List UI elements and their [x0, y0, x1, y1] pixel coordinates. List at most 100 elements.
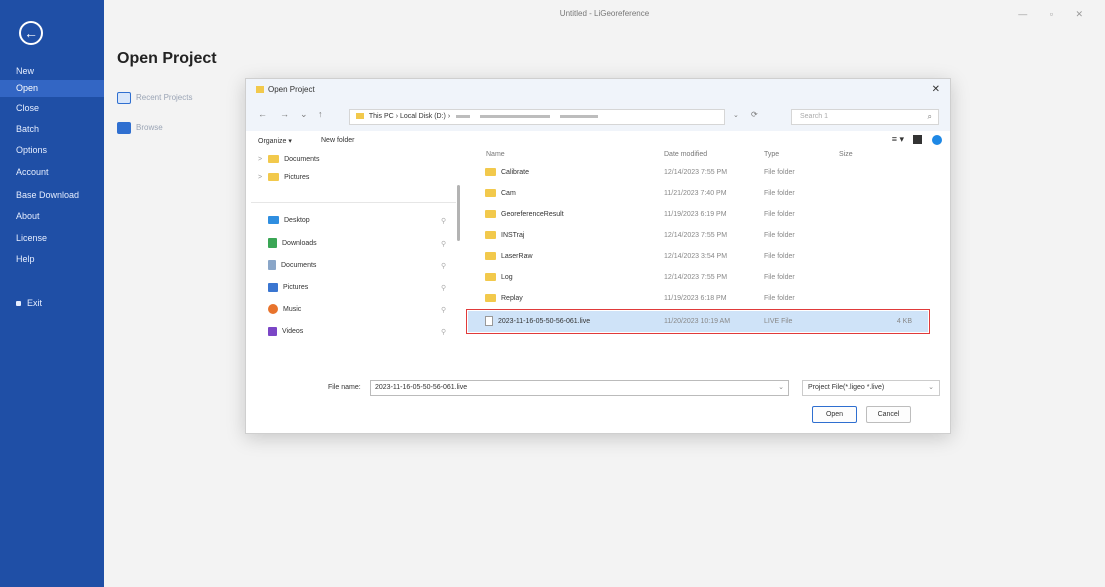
videos-icon — [268, 326, 277, 336]
new-folder-button[interactable]: New folder — [321, 137, 354, 144]
file-type: File folder — [764, 295, 795, 302]
file-type: File folder — [764, 232, 795, 239]
desktop-icon — [268, 216, 279, 225]
table-row[interactable]: Log 12/14/2023 7:55 PM File folder — [468, 267, 928, 288]
column-header-date[interactable]: Date modified — [664, 151, 707, 158]
window-controls[interactable]: — ▫ ✕ — [1018, 9, 1093, 20]
sidebar-item-new[interactable]: New — [0, 63, 104, 80]
chevron-down-icon[interactable]: ⌄ — [778, 381, 784, 395]
exit-icon — [16, 301, 21, 307]
nav-item-music[interactable]: Music — [268, 301, 301, 319]
pin-icon[interactable]: ⚲ — [441, 217, 446, 225]
nav-item-documents-tree[interactable]: > Documents — [258, 151, 320, 169]
pictures-icon — [268, 282, 278, 292]
sidebar-item-base-download[interactable]: Base Download — [0, 187, 104, 204]
nav-item-documents[interactable]: Documents — [268, 257, 316, 275]
sidebar-item-options[interactable]: Options — [0, 142, 104, 159]
redacted-path — [480, 114, 551, 118]
table-row[interactable]: GeoreferenceResult 11/19/2023 6:19 PM Fi… — [468, 204, 928, 225]
nav-item-desktop[interactable]: Desktop — [268, 212, 310, 230]
column-header-type[interactable]: Type — [764, 151, 779, 158]
address-bar[interactable]: This PC › Local Disk (D:) › — [349, 109, 725, 125]
pin-icon[interactable]: ⚲ — [441, 262, 446, 270]
scrollbar[interactable] — [457, 185, 460, 241]
sidebar-item-about[interactable]: About — [0, 208, 104, 225]
file-type: File folder — [764, 190, 795, 197]
chevron-right-icon[interactable]: > — [258, 174, 262, 181]
chevron-right-icon[interactable]: > — [258, 156, 262, 163]
nav-item-label: Documents — [281, 262, 317, 269]
pin-icon[interactable]: ⚲ — [441, 240, 446, 248]
sidebar-item-open[interactable]: Open — [0, 80, 104, 97]
nav-item-videos[interactable]: Videos — [268, 323, 303, 341]
forward-icon[interactable]: → — [280, 109, 289, 119]
file-date: 11/19/2023 6:18 PM — [664, 295, 727, 302]
dialog-title: Open Project — [268, 85, 315, 94]
sidebar-item-label: Exit — [27, 298, 43, 308]
column-header-name[interactable]: Name — [486, 151, 505, 158]
nav-item-label: Desktop — [284, 217, 310, 224]
nav-item-label: Documents — [284, 156, 320, 163]
sidebar-item-batch[interactable]: Batch — [0, 121, 104, 138]
table-row[interactable]: LaserRaw 12/14/2023 3:54 PM File folder — [468, 246, 928, 267]
refresh-icon[interactable]: ⟳ — [751, 110, 758, 119]
folder-icon — [485, 252, 496, 261]
cancel-button[interactable]: Cancel — [866, 406, 911, 423]
filename-field[interactable]: 2023-11-16-05-50-56-061.live ⌄ — [370, 380, 789, 396]
pin-icon[interactable]: ⚲ — [441, 328, 446, 336]
recent-locations-icon[interactable]: ⌄ — [300, 109, 308, 120]
back-icon[interactable]: ← — [258, 109, 267, 119]
file-date: 11/19/2023 6:19 PM — [664, 211, 727, 218]
table-row[interactable]: Replay 11/19/2023 6:18 PM File folder — [468, 288, 928, 309]
file-name: GeoreferenceResult — [501, 211, 564, 218]
close-icon[interactable]: ✕ — [932, 79, 940, 101]
sidebar-item-license[interactable]: License — [0, 230, 104, 247]
command-bar: Organize ▾ New folder ≡ ▾ — [246, 131, 950, 151]
nav-item-pictures[interactable]: Pictures — [268, 279, 308, 297]
sidebar-item-exit[interactable]: Exit — [0, 295, 104, 312]
table-row[interactable]: Calibrate 12/14/2023 7:55 PM File folder — [468, 162, 928, 183]
downloads-icon — [268, 238, 277, 249]
sidebar-item-help[interactable]: Help — [0, 251, 104, 268]
pin-icon[interactable]: ⚲ — [441, 306, 446, 314]
open-project-dialog: Open Project ✕ ← → ⌄ ↑ This PC › Local D… — [245, 78, 951, 434]
pin-icon[interactable]: ⚲ — [441, 284, 446, 292]
search-input[interactable]: Search 1 ⌕ — [791, 109, 939, 125]
address-dropdown-icon[interactable]: ⌄ — [733, 111, 739, 119]
nav-item-label: Pictures — [284, 174, 310, 181]
browse-option[interactable]: Browse — [117, 122, 163, 134]
table-row[interactable]: Cam 11/21/2023 7:40 PM File folder — [468, 183, 928, 204]
sidebar-item-account[interactable]: Account — [0, 164, 104, 181]
folder-icon — [485, 189, 496, 198]
nav-item-label: Videos — [282, 328, 304, 335]
breadcrumb-local-disk[interactable]: Local Disk (D:) — [400, 113, 446, 120]
column-header-size[interactable]: Size — [839, 151, 853, 158]
filename-label: File name: — [328, 384, 361, 391]
navigation-pane: > Documents > Pictures Desktop ⚲ Downloads… — [246, 151, 460, 371]
table-row[interactable]: INSTraj 12/14/2023 7:55 PM File folder — [468, 225, 928, 246]
help-icon[interactable] — [932, 134, 942, 145]
dialog-navbar: ← → ⌄ ↑ This PC › Local Disk (D:) › ⌄ ⟳ … — [246, 101, 950, 131]
file-type: LIVE File — [764, 318, 793, 325]
sidebar-item-close[interactable]: Close — [0, 100, 104, 117]
view-options-icon[interactable]: ≡ ▾ — [892, 134, 904, 145]
folder-icon — [485, 231, 496, 240]
file-date: 11/20/2023 10:19 AM — [664, 318, 731, 325]
chevron-down-icon: ⌄ — [928, 384, 934, 391]
folder-icon — [268, 173, 280, 182]
up-icon[interactable]: ↑ — [318, 109, 323, 119]
recent-projects-option[interactable]: Recent Projects — [117, 92, 192, 104]
folder-icon — [485, 294, 496, 303]
file-name: Replay — [501, 295, 523, 302]
folder-icon — [485, 273, 496, 282]
preview-pane-icon[interactable] — [913, 135, 923, 145]
organize-button[interactable]: Organize ▾ — [258, 137, 292, 145]
redacted-path — [560, 114, 599, 118]
table-row-selected[interactable]: 2023-11-16-05-50-56-061.live 11/20/2023 … — [466, 309, 930, 334]
nav-item-pictures-tree[interactable]: > Pictures — [258, 169, 309, 187]
nav-item-downloads[interactable]: Downloads — [268, 235, 317, 253]
back-arrow-icon[interactable]: ← — [19, 21, 43, 45]
breadcrumb-this-pc[interactable]: This PC — [369, 113, 394, 120]
open-button[interactable]: Open — [812, 406, 857, 423]
filetype-select[interactable]: Project File(*.ligeo *.live) ⌄ — [802, 380, 940, 396]
